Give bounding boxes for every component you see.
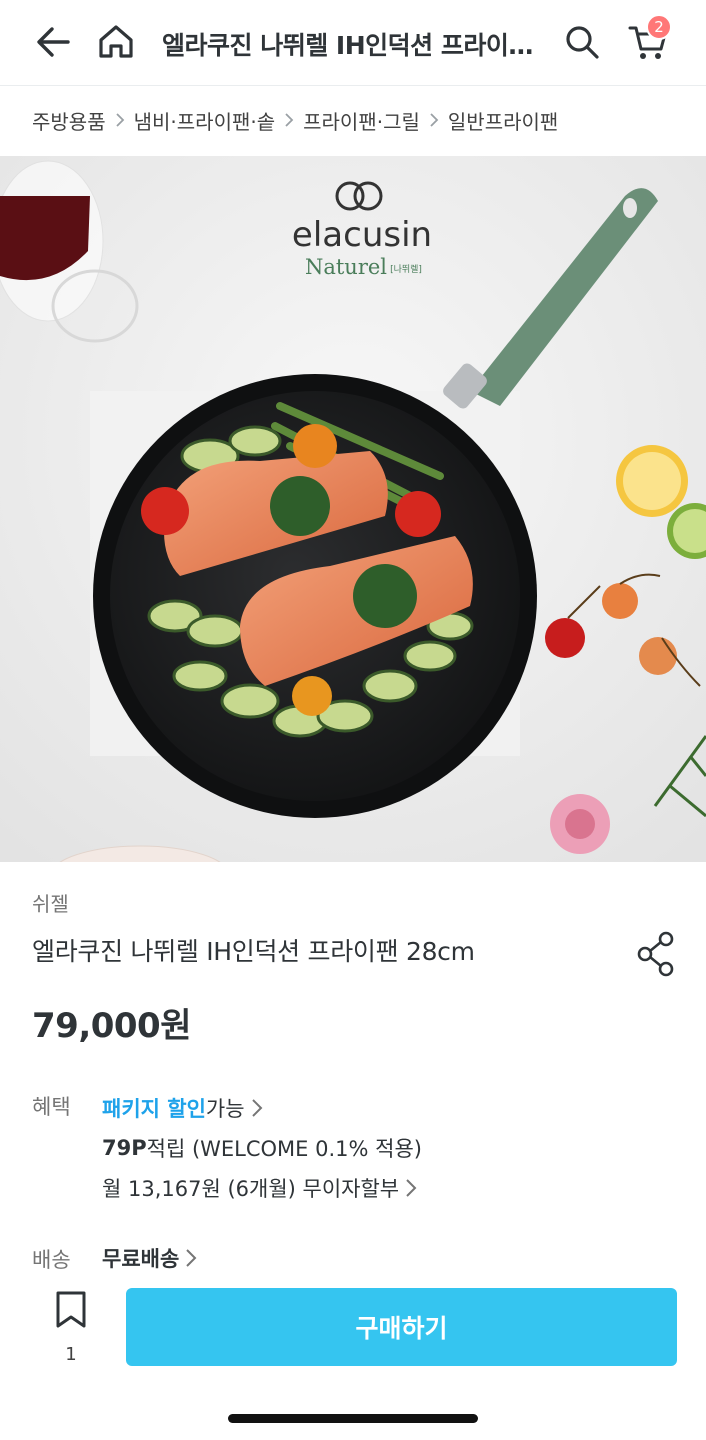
chevron-right-icon xyxy=(284,112,294,128)
svg-text:[나뛰렐]: [나뛰렐] xyxy=(390,263,422,275)
buy-button[interactable]: 구매하기 xyxy=(126,1288,677,1366)
installment-text: 월 13,167원 (6개월) 무이자할부 xyxy=(102,1177,400,1201)
bookmark-icon xyxy=(56,1291,86,1328)
breadcrumb-item[interactable]: 프라이팬·그릴 xyxy=(303,106,420,135)
chevron-right-icon xyxy=(405,1178,417,1198)
product-photo: elacusin Naturel [나뛰렐] xyxy=(0,156,706,862)
breadcrumb: 주방용품 냄비·프라이팬·솥 프라이팬·그릴 일반프라이팬 xyxy=(32,100,558,140)
benefit-section: 패키지 할인 가능 79P 적립 (WELCOME 0.1% 적용) 월 13,… xyxy=(102,1088,422,1208)
page-title: 엘라쿠진 나뛰렐 IH인덕션 프라이… xyxy=(162,31,533,60)
product-name: 엘라쿠진 나뛰렐 IH인덕션 프라이팬 28cm xyxy=(32,937,475,966)
chevron-right-icon xyxy=(185,1248,197,1268)
cart-count-badge: 2 xyxy=(646,14,672,40)
points-description: 적립 (WELCOME 0.1% 적용) xyxy=(146,1137,422,1161)
shipping-row[interactable]: 무료배송 xyxy=(102,1238,197,1278)
top-app-bar: 엘라쿠진 나뛰렐 IH인덕션 프라이… 2 xyxy=(0,0,706,86)
svg-text:elacusin: elacusin xyxy=(292,215,432,255)
shipping-value: 무료배송 xyxy=(102,1247,180,1271)
breadcrumb-item[interactable]: 주방용품 xyxy=(32,106,106,135)
chevron-right-icon xyxy=(429,112,439,128)
breadcrumb-item[interactable]: 냄비·프라이팬·솥 xyxy=(134,106,276,135)
home-indicator xyxy=(228,1414,478,1423)
svg-text:Naturel: Naturel xyxy=(305,255,387,279)
share-icon xyxy=(637,931,674,977)
search-icon xyxy=(566,26,599,59)
home-icon xyxy=(99,25,133,58)
home-button[interactable] xyxy=(94,20,138,64)
back-arrow-icon xyxy=(37,27,70,57)
installment-row[interactable]: 월 13,167원 (6개월) 무이자할부 xyxy=(102,1168,422,1208)
share-button[interactable] xyxy=(632,928,680,980)
back-button[interactable] xyxy=(32,20,76,64)
product-image[interactable]: elacusin Naturel [나뛰렐] xyxy=(0,156,706,862)
shipping-label: 배송 xyxy=(32,1248,71,1272)
search-button[interactable] xyxy=(560,20,604,64)
breadcrumb-item[interactable]: 일반프라이팬 xyxy=(448,106,558,135)
package-discount-link[interactable]: 패키지 할인 xyxy=(102,1093,206,1123)
cart-button[interactable]: 2 xyxy=(626,14,672,64)
brand-name[interactable]: 쉬젤 xyxy=(32,888,69,917)
points-row: 79P 적립 (WELCOME 0.1% 적용) xyxy=(102,1128,422,1168)
bookmark-count: 1 xyxy=(65,1344,77,1365)
points-amount: 79P xyxy=(102,1136,147,1160)
product-price: 79,000원 xyxy=(32,1006,191,1046)
benefit-label: 혜택 xyxy=(32,1095,71,1119)
bookmark-button[interactable]: 1 xyxy=(46,1290,96,1380)
chevron-right-icon xyxy=(251,1098,263,1118)
chevron-right-icon xyxy=(115,112,125,128)
package-discount-row[interactable]: 패키지 할인 가능 xyxy=(102,1088,422,1128)
package-discount-suffix: 가능 xyxy=(205,1097,245,1121)
